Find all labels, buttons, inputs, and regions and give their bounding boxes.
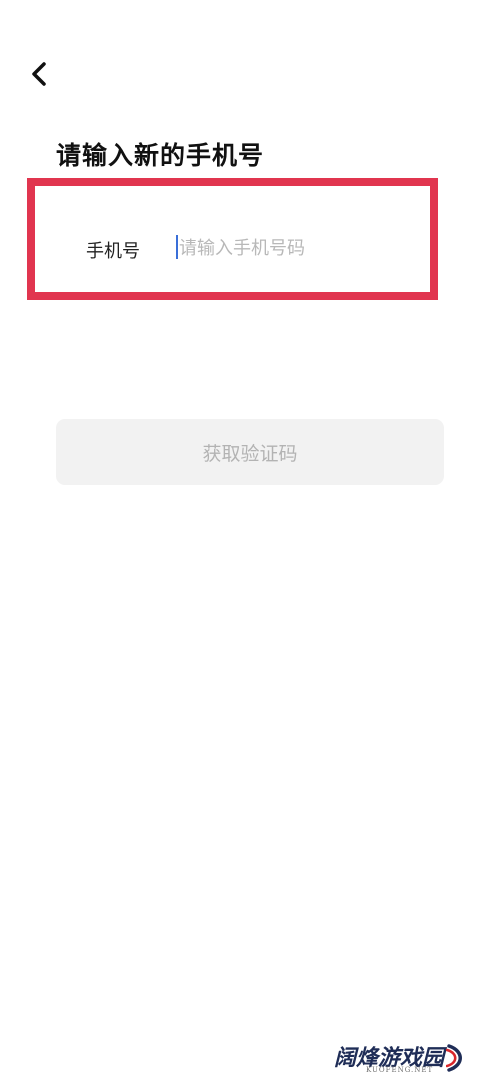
phone-field-highlight: 手机号 (27, 178, 438, 300)
phone-input[interactable] (175, 233, 409, 263)
phone-label: 手机号 (86, 241, 140, 262)
get-code-button[interactable]: 获取验证码 (56, 419, 444, 485)
watermark-logo: 阔烽游戏园 KUOFENG.NET (328, 1040, 473, 1080)
text-caret (176, 235, 178, 259)
swoosh-icon (446, 1044, 462, 1072)
chevron-left-icon (22, 56, 58, 92)
page-title: 请输入新的手机号 (56, 141, 265, 170)
watermark-subtitle: KUOFENG.NET (366, 1066, 434, 1074)
back-button[interactable] (22, 56, 58, 92)
